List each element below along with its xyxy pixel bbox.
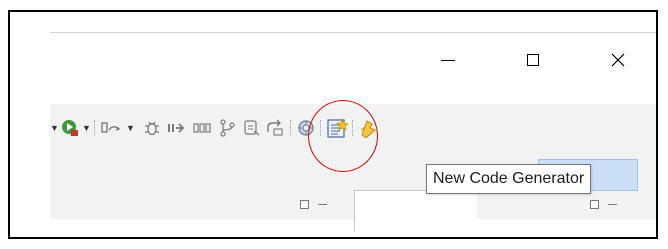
git-button[interactable] [218,118,238,138]
maximize-icon [527,54,539,66]
minimize-icon [441,59,455,61]
main-toolbar: ▼ ▼ ▼ New Code Generator [50,100,656,231]
git-icon [220,119,235,137]
step-into-button[interactable] [166,118,188,138]
quick-action-icon [360,120,376,138]
toolbar-separator [320,120,322,136]
screenshot-frame: ▼ ▼ ▼ New Code Generator [8,10,658,239]
open-type-dropdown[interactable]: ▼ [126,118,135,138]
ide-window: ▼ ▼ ▼ New Code Generator [50,32,656,237]
open-type-icon [101,122,121,133]
dropdown-arrow-icon[interactable]: ▼ [50,118,59,138]
generator-icon [298,120,314,136]
debug-button[interactable] [142,118,162,138]
new-code-generator-icon [327,118,348,138]
minimize-view-icon[interactable] [318,204,327,205]
refresh-icon [267,119,283,136]
maximize-button[interactable] [505,40,561,80]
open-resource-icon [244,120,260,136]
toolbar-separator [352,120,354,136]
close-button[interactable] [590,40,646,80]
restore-view-icon[interactable] [300,200,309,209]
use-step-filters-button[interactable] [192,118,214,138]
restore-view-icon[interactable] [590,200,599,209]
run-button[interactable] [60,118,80,138]
run-dropdown[interactable]: ▼ [82,118,91,138]
minimize-view-icon[interactable] [608,204,617,205]
toolbar-separator [290,120,292,136]
quick-action-button[interactable] [358,118,378,138]
generator-button[interactable] [296,118,316,138]
run-icon [62,120,78,136]
title-bar-divider [50,32,656,33]
new-code-generator-button[interactable] [326,118,348,138]
tooltip-text: New Code Generator [433,170,585,187]
step-into-icon [168,123,185,133]
open-type-button[interactable] [100,118,122,138]
close-icon [611,53,625,67]
tooltip: New Code Generator [426,164,592,194]
view-tab[interactable] [354,190,477,231]
refresh-button[interactable] [264,118,286,138]
minimize-button[interactable] [420,40,476,80]
use-step-filters-icon [193,123,211,133]
open-resource-button[interactable] [242,118,262,138]
toolbar-separator [94,120,96,136]
debug-icon [145,121,159,136]
